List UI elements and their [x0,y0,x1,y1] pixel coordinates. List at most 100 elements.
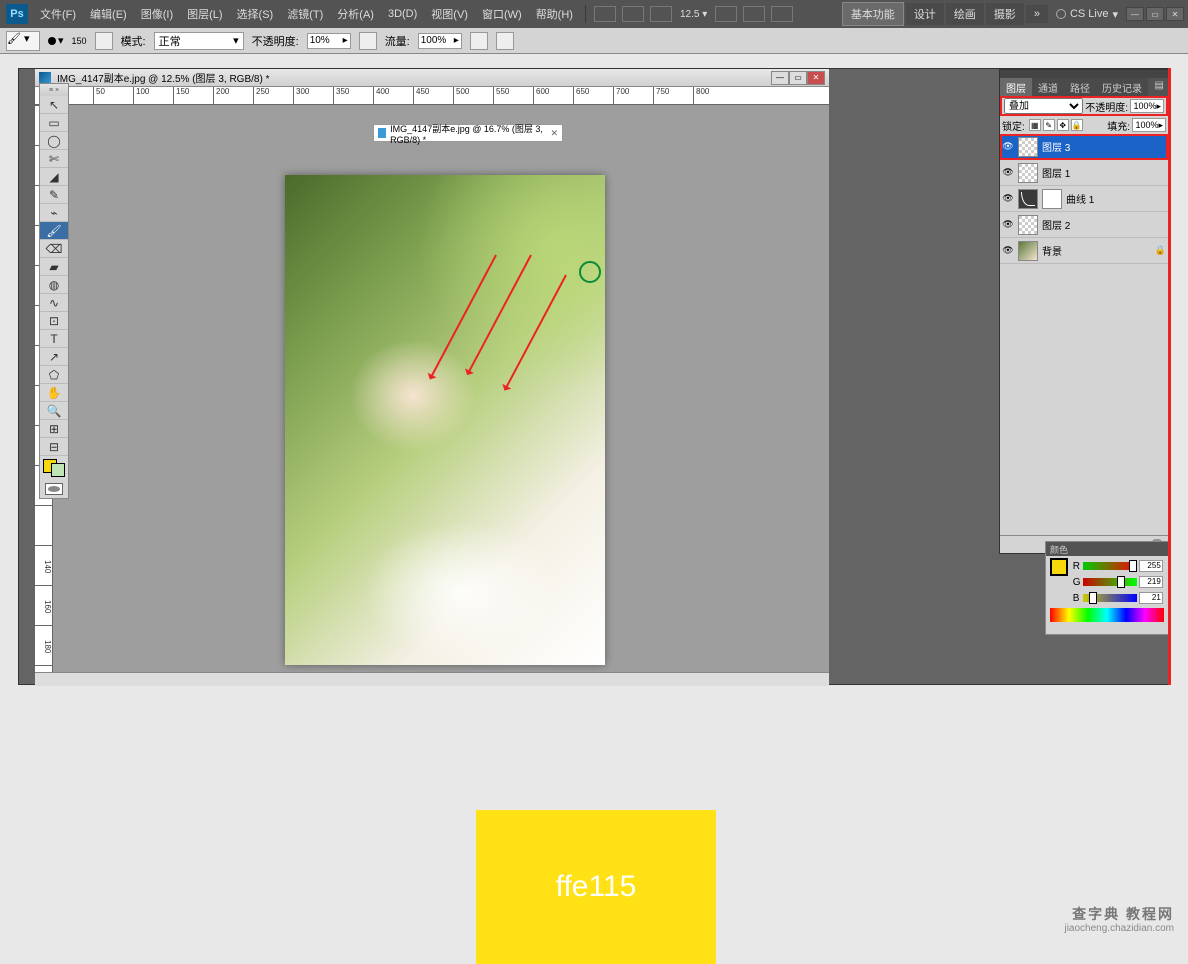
window-close-icon[interactable]: ✕ [1166,7,1184,21]
layer-row[interactable]: 👁 图层 2 [1000,212,1168,238]
ruler-horizontal[interactable]: 050 100150 200250 300350 400450 500550 6… [53,87,829,105]
eyedropper-tool[interactable]: ◢ [40,168,68,186]
marquee-tool[interactable]: ▭ [40,114,68,132]
flow-input[interactable]: 100%▸ [418,33,462,49]
screen-mode-icon[interactable] [715,6,737,22]
menu-help[interactable]: 帮助(H) [530,3,579,25]
blend-mode-select[interactable]: 正常▾ [154,32,244,50]
menu-file[interactable]: 文件(F) [34,3,82,25]
lock-position-icon[interactable]: ✥ [1057,119,1069,131]
doc-close-icon[interactable]: ✕ [807,71,825,85]
stamp-tool[interactable]: ⌫ [40,240,68,258]
lock-pixels-icon[interactable]: ✎ [1043,119,1055,131]
workspace-essentials[interactable]: 基本功能 [842,2,904,26]
pressure-opacity-icon[interactable] [359,32,377,50]
lasso-tool[interactable]: ◯ [40,132,68,150]
visibility-icon[interactable]: 👁 [1002,219,1014,231]
menu-3d[interactable]: 3D(D) [382,5,423,23]
tool-preset-icon[interactable]: 🖌 ▾ [6,31,40,51]
layer-blend-mode-select[interactable]: 叠加 [1004,98,1083,114]
b-value-input[interactable]: 21 [1139,592,1163,604]
tab-channels[interactable]: 通道 [1032,78,1064,96]
layer-row[interactable]: 👁 曲线 1 [1000,186,1168,212]
r-value-input[interactable]: 255 [1139,560,1163,572]
panel-menu-icon[interactable]: ▤ [1151,78,1168,96]
lock-transparency-icon[interactable]: ▦ [1029,119,1041,131]
doc-maximize-icon[interactable]: ▭ [789,71,807,85]
3d-camera-tool[interactable]: ⊟ [40,438,68,456]
b-slider[interactable] [1083,594,1137,602]
layer-name[interactable]: 图层 3 [1042,139,1070,154]
g-value-input[interactable]: 219 [1139,576,1163,588]
workspace-photography[interactable]: 摄影 [986,3,1024,25]
toolbox-grip[interactable]: ≡ × [40,84,68,96]
doc-minimize-icon[interactable]: — [771,71,789,85]
type-tool[interactable]: T [40,330,68,348]
opacity-input[interactable]: 10%▸ [307,33,351,49]
gradient-tool[interactable]: ∿ [40,294,68,312]
layer-name[interactable]: 背景 [1042,243,1062,258]
tab-close-icon[interactable]: ✕ [550,128,558,139]
zoom-tool[interactable]: 🔍 [40,402,68,420]
layer-row[interactable]: 👁 背景 🔒 [1000,238,1168,264]
zoom-level[interactable]: 12.5 ▾ [676,9,711,20]
canvas[interactable]: IMG_4147副本e.jpg @ 16.7% (图层 3, RGB/8) * … [53,105,829,672]
pressure-size-icon[interactable] [496,32,514,50]
layer-fill-input[interactable]: 100% ▸ [1132,118,1166,132]
hand-tool[interactable]: ✋ [40,384,68,402]
pen-tool[interactable]: ⬠ [40,366,68,384]
r-slider[interactable] [1083,562,1137,570]
color-swatch-icon[interactable] [1050,558,1068,576]
bridge-icon[interactable] [594,6,616,22]
menu-window[interactable]: 窗口(W) [476,3,528,25]
visibility-icon[interactable]: 👁 [1002,141,1014,153]
menu-filter[interactable]: 滤镜(T) [281,3,329,25]
layer-name[interactable]: 图层 1 [1042,165,1070,180]
brush-panel-icon[interactable] [95,32,113,50]
minibridge-icon[interactable] [622,6,644,22]
visibility-icon[interactable]: 👁 [1002,245,1014,257]
workspace-more[interactable]: » [1026,5,1048,23]
quick-mask-icon[interactable] [40,480,68,498]
extras-icon[interactable] [743,6,765,22]
3d-rotate-tool[interactable]: ⊞ [40,420,68,438]
path-select-tool[interactable]: ↗ [40,348,68,366]
guides-icon[interactable] [771,6,793,22]
color-ramp[interactable] [1050,608,1164,622]
healing-tool[interactable]: ✎ [40,186,68,204]
window-maximize-icon[interactable]: ▭ [1146,7,1164,21]
history-brush-tool[interactable]: ▰ [40,258,68,276]
window-minimize-icon[interactable]: — [1126,7,1144,21]
layer-mask-icon[interactable] [1042,189,1062,209]
visibility-icon[interactable]: 👁 [1002,167,1014,179]
g-slider[interactable] [1083,578,1137,586]
tab-paths[interactable]: 路径 [1064,78,1096,96]
menu-select[interactable]: 选择(S) [231,3,280,25]
menu-edit[interactable]: 编辑(E) [84,3,133,25]
layer-row[interactable]: 👁 图层 3 [1000,134,1168,160]
cs-live[interactable]: CS Live ▾ [1050,8,1124,21]
eraser-tool[interactable]: ◍ [40,276,68,294]
blur-tool[interactable]: ⊡ [40,312,68,330]
workspace-painting[interactable]: 绘画 [946,3,984,25]
brush-preset[interactable]: ▾ [48,34,64,47]
secondary-document-tab[interactable]: IMG_4147副本e.jpg @ 16.7% (图层 3, RGB/8) * … [373,124,563,142]
tab-history[interactable]: 历史记录 [1096,78,1148,96]
layer-name[interactable]: 图层 2 [1042,217,1070,232]
menu-view[interactable]: 视图(V) [425,3,474,25]
visibility-icon[interactable]: 👁 [1002,193,1014,205]
tab-layers[interactable]: 图层 [1000,78,1032,96]
menu-image[interactable]: 图像(I) [135,3,179,25]
layer-opacity-input[interactable]: 100% ▸ [1130,99,1164,113]
color-panel-tab[interactable]: 颜色 [1046,542,1168,556]
menu-analysis[interactable]: 分析(A) [331,3,380,25]
layer-name[interactable]: 曲线 1 [1066,191,1094,206]
document-titlebar[interactable]: IMG_4147副本e.jpg @ 12.5% (图层 3, RGB/8) * … [35,69,829,87]
color-swatches[interactable] [40,456,68,480]
brush-tool[interactable]: 🖌 [40,222,68,240]
move-tool[interactable]: ↖ [40,96,68,114]
airbrush-icon[interactable] [470,32,488,50]
quick-select-tool[interactable]: ⌁ [40,204,68,222]
workspace-design[interactable]: 设计 [906,3,944,25]
crop-tool[interactable]: ✄ [40,150,68,168]
